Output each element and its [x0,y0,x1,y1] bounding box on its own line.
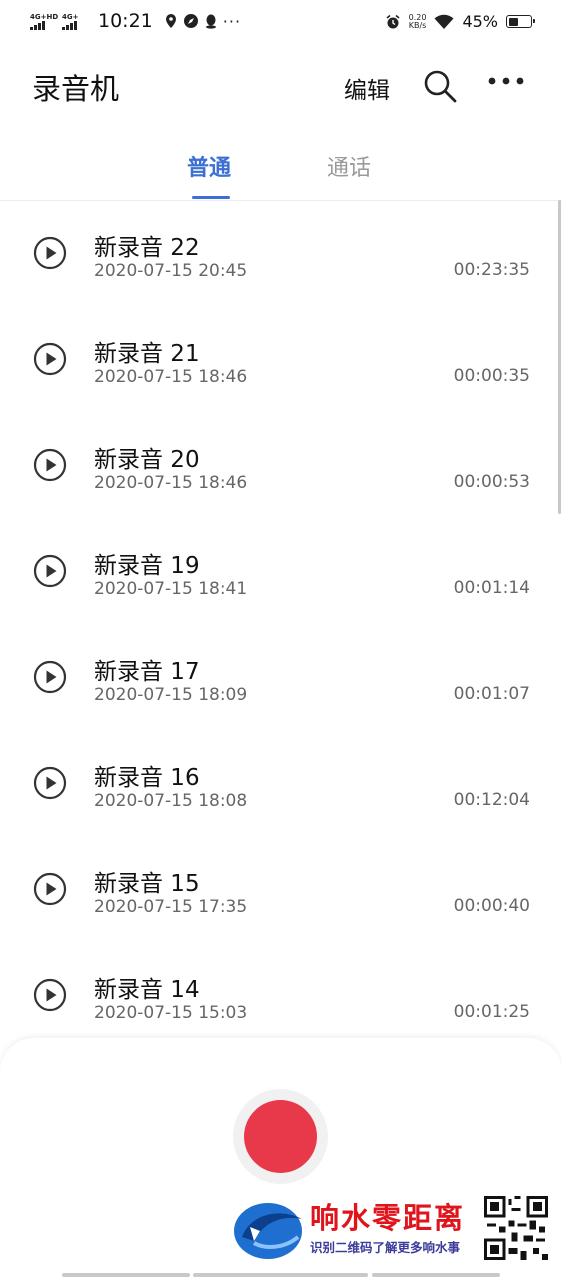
watermark: 响水零距离 识别二维码了解更多响水事 [232,1193,552,1263]
recording-duration: 00:00:35 [453,366,530,386]
more-options-icon[interactable] [487,66,525,96]
recording-name: 新录音 19 [94,553,200,579]
status-right: 0.20 KB/s 45% [385,12,535,31]
record-button[interactable] [233,1089,328,1184]
recording-date: 2020-07-15 20:45 [94,261,248,281]
recording-name: 新录音 20 [94,447,200,473]
net-label-2: 4G+ [62,12,79,21]
recording-name: 新录音 14 [94,977,200,1003]
recording-item[interactable]: 新录音 21 2020-07-15 18:46 00:00:35 [0,307,562,413]
watermark-logo-icon [234,1203,302,1259]
network-speed-unit: KB/s [408,20,427,30]
play-icon[interactable] [33,554,67,588]
net-label-1: 4G+HD [30,12,59,21]
recording-duration: 00:00:53 [453,472,530,492]
play-icon[interactable] [33,660,67,694]
recording-duration: 00:23:35 [453,260,530,280]
tab-normal[interactable]: 普通 [187,150,231,182]
more-notifications-icon: ··· [222,11,242,31]
location-pin-icon [165,14,176,28]
play-icon[interactable] [33,236,67,270]
recording-item[interactable]: 新录音 22 2020-07-15 20:45 00:23:35 [0,201,562,307]
play-icon[interactable] [33,342,67,376]
recording-item[interactable]: 新录音 19 2020-07-15 18:41 00:01:14 [0,519,562,625]
home-indicator-right [372,1273,500,1277]
recording-name: 新录音 22 [94,235,200,261]
record-icon [244,1100,317,1173]
recording-date: 2020-07-15 17:35 [94,897,248,917]
battery-percent: 45% [462,12,498,31]
signal-bars-icon [30,20,45,30]
signal-bars-icon [62,20,77,30]
recording-duration: 00:01:14 [453,578,530,598]
alarm-clock-icon [386,14,400,28]
status-left: 4G+HD 4G+ 10:21 ··· [30,10,241,32]
compass-icon [183,14,198,28]
recording-duration: 00:12:04 [453,790,530,810]
recording-item[interactable]: 新录音 16 2020-07-15 18:08 00:12:04 [0,731,562,837]
recording-date: 2020-07-15 18:41 [94,579,248,599]
tab-call[interactable]: 通话 [327,150,371,182]
play-icon[interactable] [33,872,67,906]
qq-penguin-icon [205,14,216,29]
watermark-subtitle: 识别二维码了解更多响水事 [310,1240,461,1255]
recording-date: 2020-07-15 18:08 [94,791,248,811]
recording-date: 2020-07-15 18:46 [94,473,248,493]
recording-item[interactable]: 新录音 15 2020-07-15 17:35 00:00:40 [0,837,562,943]
home-indicator-center [193,1273,368,1277]
network-speed: 0.20 KB/s [408,13,427,30]
status-bar: 4G+HD 4G+ 10:21 ··· 0.20 KB/s 45% [0,0,562,44]
qr-code-icon [484,1196,548,1260]
battery-level-fill [508,17,518,26]
edit-button[interactable]: 编辑 [344,71,390,105]
recording-item[interactable]: 新录音 14 2020-07-15 15:03 00:01:25 [0,943,562,1049]
home-indicator-left [62,1273,190,1277]
network-4g-indicator: 4G+ [62,13,90,30]
search-icon[interactable] [422,68,458,104]
recording-duration: 00:00:40 [453,896,530,916]
clock: 10:21 [98,10,153,32]
battery-icon [506,15,535,28]
page-title: 录音机 [32,72,120,106]
recording-item[interactable]: 新录音 20 2020-07-15 18:46 00:00:53 [0,413,562,519]
recording-date: 2020-07-15 18:09 [94,685,248,705]
play-icon[interactable] [33,766,67,800]
recording-duration: 00:01:25 [453,1002,530,1022]
active-tab-indicator [192,196,230,199]
recording-date: 2020-07-15 18:46 [94,367,248,387]
scrollbar[interactable] [558,200,561,514]
recording-duration: 00:01:07 [453,684,530,704]
recording-name: 新录音 17 [94,659,200,685]
recording-item[interactable]: 新录音 17 2020-07-15 18:09 00:01:07 [0,625,562,731]
recording-name: 新录音 21 [94,341,200,367]
recording-name: 新录音 16 [94,765,200,791]
network-4g-hd-indicator: 4G+HD [30,13,58,30]
wifi-icon [434,14,454,29]
recording-name: 新录音 15 [94,871,200,897]
play-icon[interactable] [33,448,67,482]
play-icon[interactable] [33,978,67,1012]
watermark-title: 响水零距离 [310,1201,466,1235]
recording-date: 2020-07-15 15:03 [94,1003,248,1023]
